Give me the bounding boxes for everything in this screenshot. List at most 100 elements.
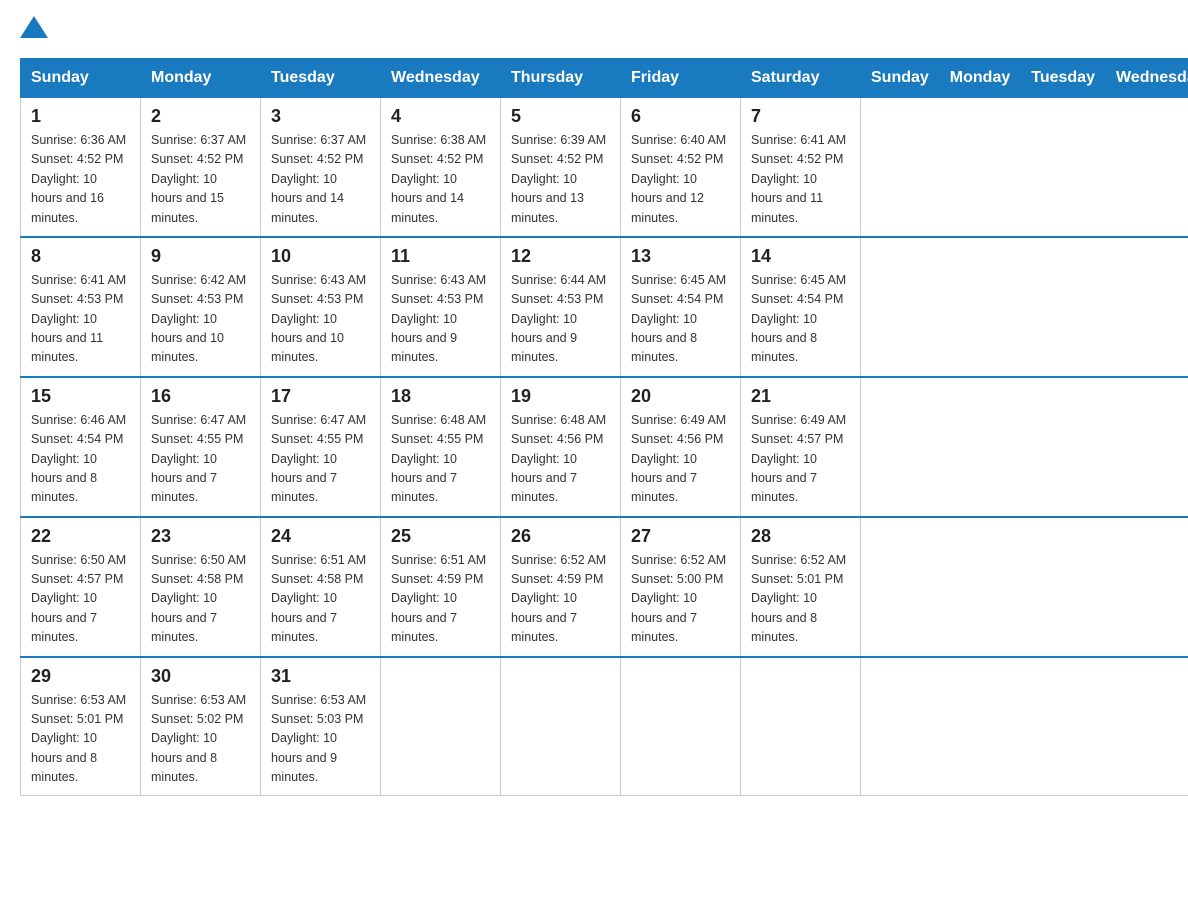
calendar-cell [381, 657, 501, 796]
day-info: Sunrise: 6:44 AMSunset: 4:53 PMDaylight:… [511, 271, 610, 368]
header-saturday: Saturday [741, 59, 861, 98]
day-number: 2 [151, 106, 250, 127]
header-sunday: Sunday [21, 59, 141, 98]
calendar-week-row: 29 Sunrise: 6:53 AMSunset: 5:01 PMDayligh… [21, 657, 1188, 796]
calendar-cell: 12 Sunrise: 6:44 AMSunset: 4:53 PMDayligh… [501, 237, 621, 377]
calendar-cell: 25 Sunrise: 6:51 AMSunset: 4:59 PMDayligh… [381, 517, 501, 657]
header-friday: Friday [621, 59, 741, 98]
calendar-cell: 7 Sunrise: 6:41 AMSunset: 4:52 PMDaylight… [741, 98, 861, 237]
header-thursday: Thursday [501, 59, 621, 98]
calendar-cell: 6 Sunrise: 6:40 AMSunset: 4:52 PMDaylight… [621, 98, 741, 237]
calendar-header-row: SundayMondayTuesdayWednesdayThursdayFrid… [21, 59, 1188, 98]
calendar-cell: 14Sunrise: 6:45 AMSunset: 4:54 PMDayligh… [741, 237, 861, 377]
calendar-cell: 11 Sunrise: 6:43 AMSunset: 4:53 PMDayligh… [381, 237, 501, 377]
day-info: Sunrise: 6:47 AMSunset: 4:55 PMDaylight:… [151, 411, 250, 508]
calendar-cell: 18 Sunrise: 6:48 AMSunset: 4:55 PMDayligh… [381, 377, 501, 517]
day-number: 6 [631, 106, 730, 127]
calendar-cell: 15Sunrise: 6:46 AMSunset: 4:54 PMDayligh… [21, 377, 141, 517]
day-number: 15 [31, 386, 130, 407]
day-number: 12 [511, 246, 610, 267]
calendar-cell: 23 Sunrise: 6:50 AMSunset: 4:58 PMDayligh… [141, 517, 261, 657]
calendar-cell: 21Sunrise: 6:49 AMSunset: 4:57 PMDayligh… [741, 377, 861, 517]
day-info: Sunrise: 6:40 AMSunset: 4:52 PMDaylight:… [631, 131, 730, 228]
day-number: 25 [391, 526, 490, 547]
calendar-cell: 1 Sunrise: 6:36 AMSunset: 4:52 PMDaylight… [21, 98, 141, 237]
day-info: Sunrise: 6:52 AMSunset: 5:01 PMDaylight:… [751, 551, 850, 648]
day-info: Sunrise: 6:47 AMSunset: 4:55 PMDaylight:… [271, 411, 370, 508]
day-info: Sunrise: 6:49 AMSunset: 4:56 PMDaylight:… [631, 411, 730, 508]
calendar-cell: 31Sunrise: 6:53 AMSunset: 5:03 PMDayligh… [261, 657, 381, 796]
day-info: Sunrise: 6:53 AMSunset: 5:01 PMDaylight:… [31, 691, 130, 788]
day-info: Sunrise: 6:48 AMSunset: 4:55 PMDaylight:… [391, 411, 490, 508]
day-info: Sunrise: 6:48 AMSunset: 4:56 PMDaylight:… [511, 411, 610, 508]
calendar-cell: 16 Sunrise: 6:47 AMSunset: 4:55 PMDayligh… [141, 377, 261, 517]
day-number: 23 [151, 526, 250, 547]
day-number: 18 [391, 386, 490, 407]
day-info: Sunrise: 6:52 AMSunset: 5:00 PMDaylight:… [631, 551, 730, 648]
header-wednesday: Wednesday [381, 59, 501, 98]
calendar-week-row: 22Sunrise: 6:50 AMSunset: 4:57 PMDayligh… [21, 517, 1188, 657]
calendar-week-row: 1 Sunrise: 6:36 AMSunset: 4:52 PMDaylight… [21, 98, 1188, 237]
header-wednesday: Wednesday [1105, 59, 1188, 98]
calendar-cell: 22Sunrise: 6:50 AMSunset: 4:57 PMDayligh… [21, 517, 141, 657]
day-number: 10 [271, 246, 370, 267]
day-number: 29 [31, 666, 130, 687]
day-number: 30 [151, 666, 250, 687]
day-number: 8 [31, 246, 130, 267]
day-number: 1 [31, 106, 130, 127]
day-info: Sunrise: 6:51 AMSunset: 4:59 PMDaylight:… [391, 551, 490, 648]
calendar-cell: 28 Sunrise: 6:52 AMSunset: 5:01 PMDayligh… [741, 517, 861, 657]
day-number: 5 [511, 106, 610, 127]
day-number: 14 [751, 246, 850, 267]
page-header [20, 20, 1168, 38]
calendar-cell: 5 Sunrise: 6:39 AMSunset: 4:52 PMDaylight… [501, 98, 621, 237]
header-tuesday: Tuesday [261, 59, 381, 98]
calendar-cell: 26 Sunrise: 6:52 AMSunset: 4:59 PMDayligh… [501, 517, 621, 657]
calendar-cell [741, 657, 861, 796]
day-info: Sunrise: 6:43 AMSunset: 4:53 PMDaylight:… [271, 271, 370, 368]
day-info: Sunrise: 6:41 AMSunset: 4:52 PMDaylight:… [751, 131, 850, 228]
day-number: 26 [511, 526, 610, 547]
calendar-cell: 3Sunrise: 6:37 AMSunset: 4:52 PMDaylight… [261, 98, 381, 237]
day-info: Sunrise: 6:37 AMSunset: 4:52 PMDaylight:… [151, 131, 250, 228]
day-info: Sunrise: 6:50 AMSunset: 4:58 PMDaylight:… [151, 551, 250, 648]
day-info: Sunrise: 6:52 AMSunset: 4:59 PMDaylight:… [511, 551, 610, 648]
logo [20, 20, 50, 38]
day-number: 3 [271, 106, 370, 127]
header-monday: Monday [141, 59, 261, 98]
calendar-cell: 24Sunrise: 6:51 AMSunset: 4:58 PMDayligh… [261, 517, 381, 657]
day-info: Sunrise: 6:43 AMSunset: 4:53 PMDaylight:… [391, 271, 490, 368]
day-info: Sunrise: 6:50 AMSunset: 4:57 PMDaylight:… [31, 551, 130, 648]
calendar-cell: 2 Sunrise: 6:37 AMSunset: 4:52 PMDaylight… [141, 98, 261, 237]
day-info: Sunrise: 6:49 AMSunset: 4:57 PMDaylight:… [751, 411, 850, 508]
day-info: Sunrise: 6:41 AMSunset: 4:53 PMDaylight:… [31, 271, 130, 368]
calendar-cell: 27 Sunrise: 6:52 AMSunset: 5:00 PMDayligh… [621, 517, 741, 657]
day-number: 7 [751, 106, 850, 127]
calendar-cell: 9Sunrise: 6:42 AMSunset: 4:53 PMDaylight… [141, 237, 261, 377]
day-number: 28 [751, 526, 850, 547]
calendar-table: SundayMondayTuesdayWednesdayThursdayFrid… [20, 58, 1188, 796]
day-info: Sunrise: 6:45 AMSunset: 4:54 PMDaylight:… [631, 271, 730, 368]
day-info: Sunrise: 6:53 AMSunset: 5:02 PMDaylight:… [151, 691, 250, 788]
day-number: 11 [391, 246, 490, 267]
calendar-week-row: 8 Sunrise: 6:41 AMSunset: 4:53 PMDaylight… [21, 237, 1188, 377]
day-info: Sunrise: 6:42 AMSunset: 4:53 PMDaylight:… [151, 271, 250, 368]
day-info: Sunrise: 6:36 AMSunset: 4:52 PMDaylight:… [31, 131, 130, 228]
calendar-week-row: 15Sunrise: 6:46 AMSunset: 4:54 PMDayligh… [21, 377, 1188, 517]
calendar-cell [621, 657, 741, 796]
day-number: 19 [511, 386, 610, 407]
day-number: 4 [391, 106, 490, 127]
day-info: Sunrise: 6:38 AMSunset: 4:52 PMDaylight:… [391, 131, 490, 228]
day-number: 17 [271, 386, 370, 407]
header-sunday: Sunday [861, 59, 940, 98]
day-info: Sunrise: 6:39 AMSunset: 4:52 PMDaylight:… [511, 131, 610, 228]
header-tuesday: Tuesday [1021, 59, 1106, 98]
day-number: 27 [631, 526, 730, 547]
day-number: 16 [151, 386, 250, 407]
calendar-cell: 20Sunrise: 6:49 AMSunset: 4:56 PMDayligh… [621, 377, 741, 517]
day-number: 24 [271, 526, 370, 547]
day-number: 13 [631, 246, 730, 267]
calendar-cell: 29 Sunrise: 6:53 AMSunset: 5:01 PMDayligh… [21, 657, 141, 796]
calendar-cell: 30 Sunrise: 6:53 AMSunset: 5:02 PMDayligh… [141, 657, 261, 796]
calendar-cell: 10 Sunrise: 6:43 AMSunset: 4:53 PMDayligh… [261, 237, 381, 377]
